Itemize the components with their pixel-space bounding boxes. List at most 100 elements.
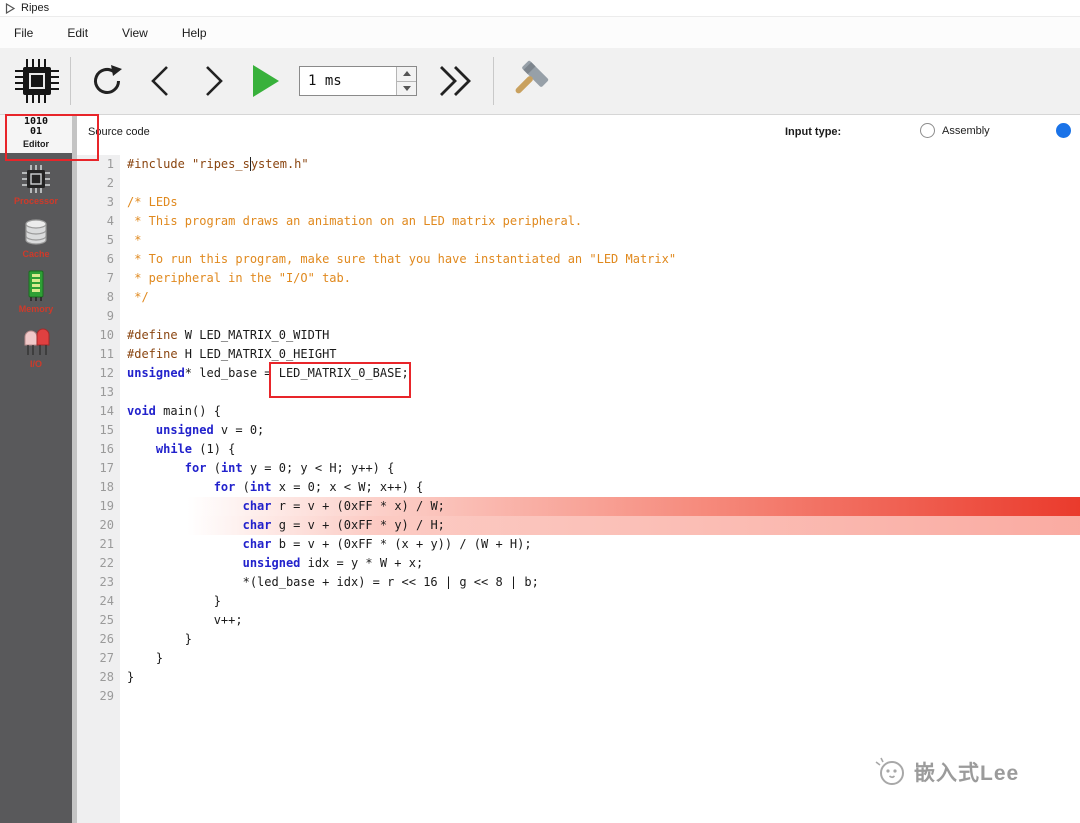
code-line-18[interactable]: 18 for (int x = 0; x < W; x++) { (77, 478, 1080, 497)
menu-file[interactable]: File (14, 26, 33, 40)
code-line-21[interactable]: 21 char b = v + (0xFF * (x + y)) / (W + … (77, 535, 1080, 554)
code-line-text: #define W LED_MATRIX_0_WIDTH (127, 328, 330, 342)
sidebar-item-memory[interactable]: Memory (0, 270, 72, 314)
code-line-text: v++; (127, 613, 243, 627)
line-number: 9 (106, 309, 114, 323)
sidebar-item-cache[interactable]: Cache (0, 217, 72, 259)
build-hammer-icon[interactable] (510, 59, 554, 103)
toolbar-separator (70, 57, 71, 105)
code-line-text: * (127, 233, 142, 247)
window-title: Ripes (21, 2, 50, 14)
line-number: 20 (99, 518, 114, 532)
code-line-24[interactable]: 24 } (77, 592, 1080, 611)
code-editor[interactable]: 1 #include "ripes_system.h" 2 3/* LEDs 4 * T… (77, 155, 1080, 823)
sidebar-item-editor[interactable]: 1010 01 Editor (0, 115, 72, 153)
source-code-label: Source code (88, 126, 150, 138)
code-line-28[interactable]: 28} (77, 668, 1080, 687)
code-line-27[interactable]: 27 } (77, 649, 1080, 668)
code-line-text: #define H LED_MATRIX_0_HEIGHT (127, 347, 337, 361)
code-line-9[interactable]: 9 (77, 307, 1080, 326)
line-number: 5 (106, 233, 114, 247)
code-line-text: } (127, 632, 193, 646)
code-line-6[interactable]: 6 * To run this program, make sure that … (77, 250, 1080, 269)
sidebar: 1010 01 Editor Processor Cache Memory I/… (0, 115, 72, 823)
code-line-text: } (127, 594, 221, 608)
code-line-7[interactable]: 7 * peripheral in the "I/O" tab. (77, 269, 1080, 288)
code-line-1[interactable]: 1 #include "ripes_system.h" (77, 155, 1080, 174)
code-line-29[interactable]: 29 (77, 687, 1080, 706)
radio-assembly[interactable]: Assembly (920, 123, 990, 138)
code-line-text: unsigned idx = y * W + x; (242, 556, 424, 570)
code-line-text: #include "ripes_system.h" (127, 156, 309, 171)
step-back-icon[interactable] (143, 62, 179, 100)
line-number: 18 (99, 480, 114, 494)
sidebar-item-label: Memory (18, 304, 54, 314)
code-line-23[interactable]: 23 *(led_base + idx) = r << 16 | g << 8 … (77, 573, 1080, 592)
line-number: 24 (99, 594, 114, 608)
line-number: 12 (99, 366, 114, 380)
memory-ram-icon (23, 270, 49, 302)
menu-view[interactable]: View (122, 26, 148, 40)
code-line-22[interactable]: 22 unsigned idx = y * W + x; (77, 554, 1080, 573)
code-line-text: } (127, 651, 164, 665)
line-number: 25 (99, 613, 114, 627)
fast-forward-icon[interactable] (433, 62, 477, 100)
code-line-16[interactable]: 16 while (1) { (77, 440, 1080, 459)
menu-help[interactable]: Help (182, 26, 207, 40)
code-line-11[interactable]: 11 #define H LED_MATRIX_0_HEIGHT (77, 345, 1080, 364)
code-line-8[interactable]: 8 */ (77, 288, 1080, 307)
code-line-text: char g = v + (0xFF * y) / H; (242, 518, 445, 532)
code-line-26[interactable]: 26 } (77, 630, 1080, 649)
code-line-17[interactable]: 17 for (int y = 0; y < H; y++) { (77, 459, 1080, 478)
code-line-text: char r = v + (0xFF * x) / W; (242, 499, 445, 513)
reset-icon[interactable] (87, 61, 127, 101)
code-line-15[interactable]: 15 unsigned v = 0; (77, 421, 1080, 440)
code-line-text: * This program draws an animation on an … (127, 214, 583, 228)
code-line-5[interactable]: 5 * (77, 231, 1080, 250)
line-number: 6 (106, 252, 114, 266)
code-line-10[interactable]: 10 #define W LED_MATRIX_0_WIDTH (77, 326, 1080, 345)
sidebar-item-label: Processor (13, 196, 59, 206)
step-forward-icon[interactable] (195, 62, 231, 100)
editor-panel: Source code Input type: Assembly 1 #inclu… (77, 115, 1080, 823)
code-line-25[interactable]: 25 v++; (77, 611, 1080, 630)
code-line-14[interactable]: 14 void main() { (77, 402, 1080, 421)
chip-icon[interactable] (14, 58, 60, 104)
spin-up-button[interactable] (397, 67, 416, 81)
cache-cylinder-icon (21, 217, 51, 247)
run-icon[interactable] (249, 63, 281, 99)
code-line-19[interactable]: 19 char r = v + (0xFF * x) / W; (77, 497, 1080, 516)
speed-spinbox[interactable]: 1 ms (299, 66, 417, 96)
line-number: 21 (99, 537, 114, 551)
toolbar: 1 ms (0, 48, 1080, 115)
speed-value[interactable]: 1 ms (300, 67, 396, 95)
code-line-13[interactable]: 13 (77, 383, 1080, 402)
watermark-logo-icon (872, 756, 908, 788)
code-line-4[interactable]: 4 * This program draws an animation on a… (77, 212, 1080, 231)
menu-edit[interactable]: Edit (67, 26, 88, 40)
spin-down-button[interactable] (397, 80, 416, 95)
ripes-logo-icon (5, 2, 16, 14)
radio-circle-unchecked[interactable] (920, 123, 935, 138)
code-line-text: * To run this program, make sure that yo… (127, 252, 677, 266)
sidebar-item-processor[interactable]: Processor (0, 164, 72, 206)
binary-editor-icon: 1010 01 (23, 116, 49, 137)
sidebar-item-io[interactable]: I/O (0, 325, 72, 369)
code-line-3[interactable]: 3 /* LEDs (77, 193, 1080, 212)
radio-c[interactable] (1056, 123, 1078, 138)
code-line-20[interactable]: 20 char g = v + (0xFF * y) / H; (77, 516, 1080, 535)
line-number: 19 (99, 499, 114, 513)
radio-circle-checked[interactable] (1056, 123, 1071, 138)
watermark-text: 嵌入式Lee (914, 762, 1020, 785)
code-line-12[interactable]: 12 unsigned* led_base = LED_MATRIX_0_BASE… (77, 364, 1080, 383)
line-number: 17 (99, 461, 114, 475)
editor-header: Source code Input type: Assembly (77, 115, 1080, 155)
code-line-text: } (127, 670, 135, 684)
code-line-text: *(led_base + idx) = r << 16 | g << 8 | b… (127, 575, 539, 589)
code-line-text: unsigned v = 0; (155, 423, 265, 437)
line-number: 4 (106, 214, 114, 228)
code-line-2[interactable]: 2 (77, 174, 1080, 193)
